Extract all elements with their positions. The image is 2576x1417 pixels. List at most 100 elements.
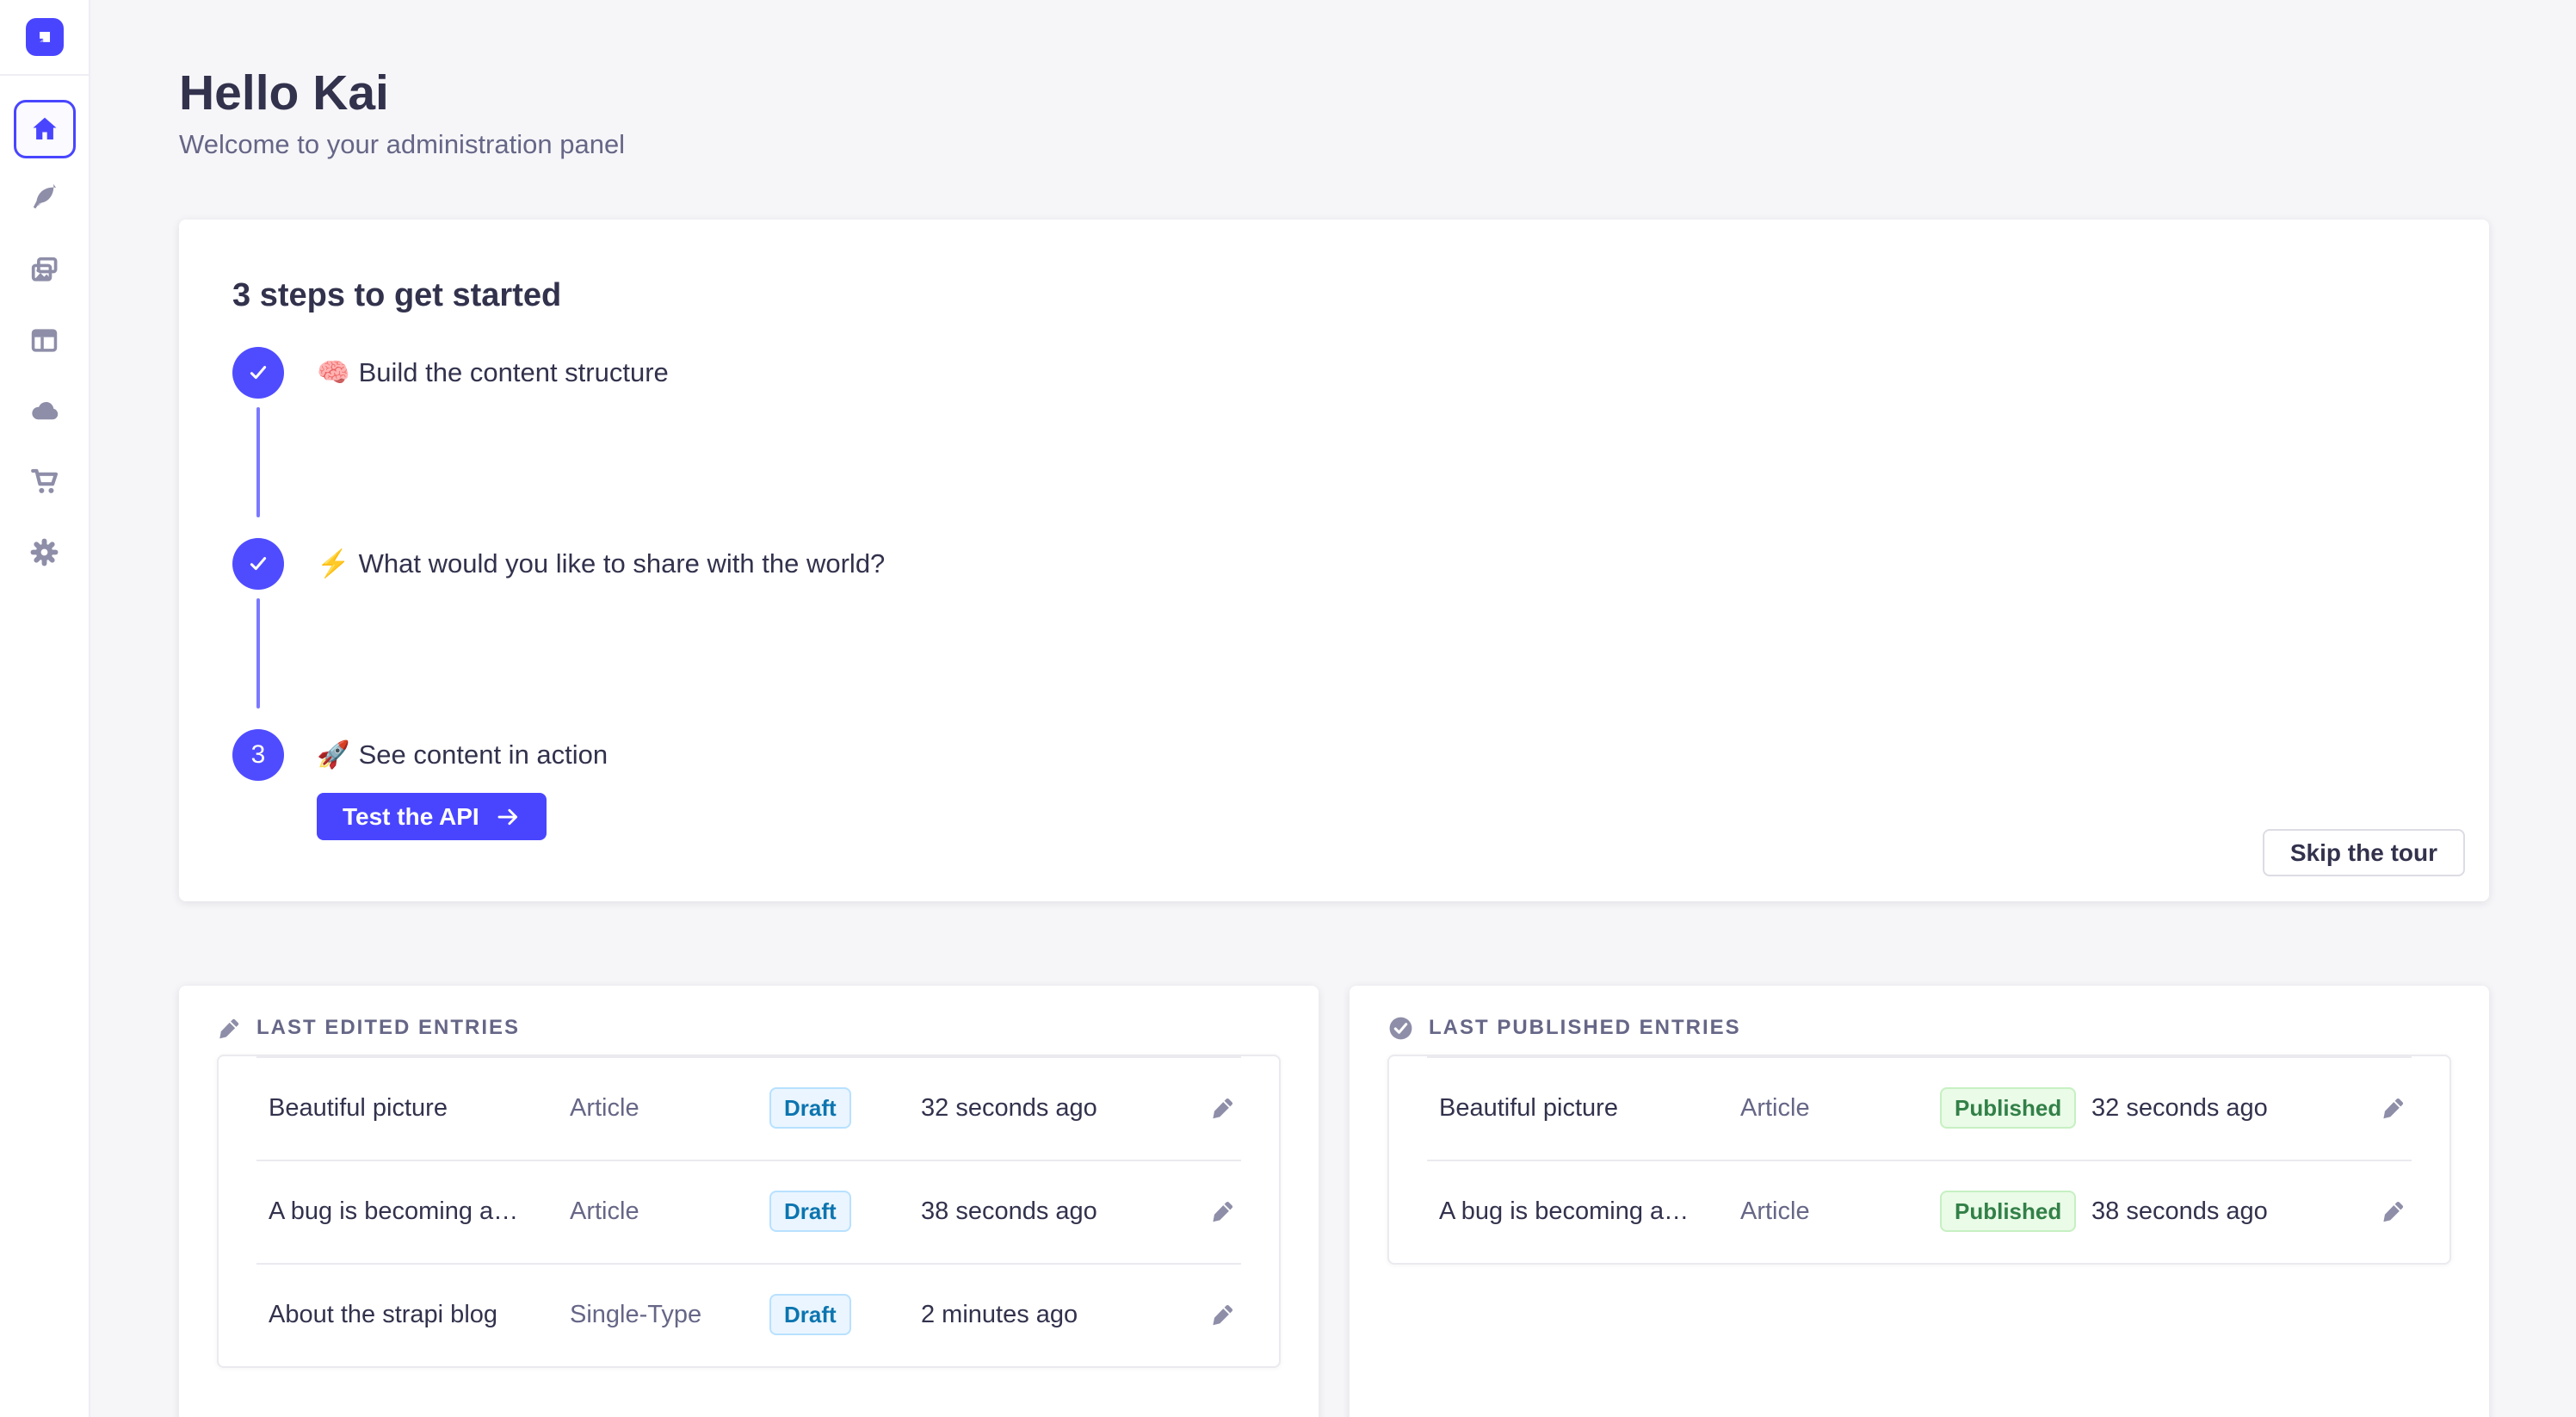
sidebar-item-cloud[interactable] — [14, 375, 76, 446]
sidebar-item-content-manager[interactable] — [14, 164, 76, 234]
entry-title: Beautiful picture — [1439, 1094, 1740, 1123]
check-icon — [246, 361, 270, 385]
arrow-right-icon — [495, 804, 521, 830]
status-badge: Published — [1940, 1191, 2076, 1232]
entry-title: A bug is becoming a… — [1439, 1197, 1740, 1226]
cloud-icon — [28, 394, 61, 427]
step-3-label: 🚀See content in action — [317, 729, 608, 781]
pencil-icon — [1210, 1198, 1236, 1224]
rocket-emoji-icon: 🚀 — [317, 739, 350, 770]
table-row: Beautiful picture Article Published 32 s… — [1389, 1056, 2449, 1160]
entry-type: Article — [1740, 1197, 1940, 1226]
pencil-icon — [1210, 1095, 1236, 1121]
entry-title: Beautiful picture — [269, 1094, 570, 1123]
last-edited-card: LAST EDITED ENTRIES Beautiful picture Ar… — [179, 986, 1319, 1417]
pencil-icon — [2381, 1198, 2406, 1224]
check-icon — [246, 552, 270, 576]
entry-status-cell: Published — [1940, 1191, 2091, 1232]
step-connector-line — [256, 598, 260, 708]
app-root: Hello Kai Welcome to your administration… — [0, 0, 2576, 1417]
status-badge: Draft — [769, 1191, 851, 1232]
strapi-logo-icon — [33, 26, 56, 49]
edit-entry-button[interactable] — [1198, 1302, 1236, 1327]
sidebar-item-marketplace[interactable] — [14, 446, 76, 517]
widgets-section: LAST EDITED ENTRIES Beautiful picture Ar… — [179, 986, 2489, 1417]
entry-type: Article — [1740, 1094, 1940, 1123]
entry-status-cell: Draft — [769, 1191, 921, 1232]
step-3-body: 🚀See content in action Test the API — [317, 729, 608, 840]
entry-title: A bug is becoming a… — [269, 1197, 570, 1226]
sidebar-item-home[interactable] — [14, 100, 76, 158]
entry-type: Article — [570, 1094, 769, 1123]
pencil-icon — [1210, 1302, 1236, 1327]
entry-title: About the strapi blog — [269, 1301, 570, 1329]
sidebar-item-media-library[interactable] — [14, 234, 76, 305]
table-row: Beautiful picture Article Draft 32 secon… — [219, 1056, 1279, 1160]
media-library-icon — [28, 254, 60, 286]
status-badge: Published — [1940, 1087, 2076, 1129]
table-row: A bug is becoming a… Article Published 3… — [1389, 1160, 2449, 1263]
last-published-card: LAST PUBLISHED ENTRIES Beautiful picture… — [1350, 986, 2489, 1417]
logo-area — [0, 0, 89, 76]
edit-entry-button[interactable] — [1198, 1198, 1236, 1224]
step-2-label: ⚡What would you like to share with the w… — [317, 538, 885, 708]
last-published-table: Beautiful picture Article Published 32 s… — [1387, 1055, 2451, 1265]
last-edited-title: LAST EDITED ENTRIES — [256, 1015, 520, 1041]
step-2-rail — [232, 538, 284, 708]
gear-icon — [28, 535, 61, 569]
main-content: Hello Kai Welcome to your administration… — [90, 0, 2576, 1417]
last-edited-header: LAST EDITED ENTRIES — [217, 1015, 1281, 1041]
tour-title: 3 steps to get started — [232, 275, 2436, 316]
lightning-emoji-icon: ⚡ — [317, 548, 350, 579]
step-1-check-circle — [232, 347, 284, 399]
layout-icon — [28, 325, 60, 356]
last-edited-table: Beautiful picture Article Draft 32 secon… — [217, 1055, 1281, 1368]
entry-time: 2 minutes ago — [921, 1301, 1198, 1329]
table-row: A bug is becoming a… Article Draft 38 se… — [219, 1160, 1279, 1263]
status-badge: Draft — [769, 1294, 851, 1335]
strapi-logo[interactable] — [26, 18, 64, 56]
step-1-rail — [232, 347, 284, 517]
check-circle-icon — [1387, 1015, 1414, 1042]
get-started-card: 3 steps to get started 🧠Build the conten… — [179, 220, 2489, 901]
tour-step-2: ⚡What would you like to share with the w… — [232, 538, 2436, 708]
tour-step-3: 3 🚀See content in action Test the API — [232, 729, 2436, 840]
entry-status-cell: Draft — [769, 1294, 921, 1335]
edit-entry-button[interactable] — [1198, 1095, 1236, 1121]
page-subtitle: Welcome to your administration panel — [179, 127, 2489, 162]
sidebar — [0, 0, 90, 1417]
pencil-icon — [2381, 1095, 2406, 1121]
edit-entry-button[interactable] — [2369, 1198, 2406, 1224]
step-3-number-circle: 3 — [232, 729, 284, 781]
entry-time: 38 seconds ago — [921, 1197, 1198, 1226]
cart-icon — [28, 465, 61, 498]
test-api-button[interactable]: Test the API — [317, 793, 547, 840]
tour-step-1: 🧠Build the content structure — [232, 347, 2436, 517]
step-2-check-circle — [232, 538, 284, 590]
entry-status-cell: Draft — [769, 1087, 921, 1129]
last-published-header: LAST PUBLISHED ENTRIES — [1387, 1015, 2451, 1041]
entry-time: 38 seconds ago — [2091, 1197, 2369, 1226]
pencil-icon — [217, 1016, 242, 1041]
feather-icon — [29, 183, 60, 214]
step-1-label: 🧠Build the content structure — [317, 347, 669, 517]
last-published-title: LAST PUBLISHED ENTRIES — [1429, 1015, 1741, 1041]
entry-time: 32 seconds ago — [921, 1094, 1198, 1123]
edit-entry-button[interactable] — [2369, 1095, 2406, 1121]
entry-status-cell: Published — [1940, 1087, 2091, 1129]
status-badge: Draft — [769, 1087, 851, 1129]
table-row: About the strapi blog Single-Type Draft … — [219, 1263, 1279, 1366]
home-icon — [29, 114, 60, 145]
brain-emoji-icon: 🧠 — [317, 357, 350, 387]
entry-type: Single-Type — [570, 1301, 769, 1329]
page-title: Hello Kai — [179, 64, 2489, 122]
entry-type: Article — [570, 1197, 769, 1226]
sidebar-item-settings[interactable] — [14, 517, 76, 587]
entry-time: 32 seconds ago — [2091, 1094, 2369, 1123]
tour-steps: 🧠Build the content structure ⚡What wou — [232, 347, 2436, 840]
skip-tour-button[interactable]: Skip the tour — [2263, 829, 2465, 876]
step-connector-line — [256, 407, 260, 517]
step-3-rail: 3 — [232, 729, 284, 840]
page-header: Hello Kai Welcome to your administration… — [179, 0, 2489, 162]
sidebar-item-content-type-builder[interactable] — [14, 305, 76, 375]
